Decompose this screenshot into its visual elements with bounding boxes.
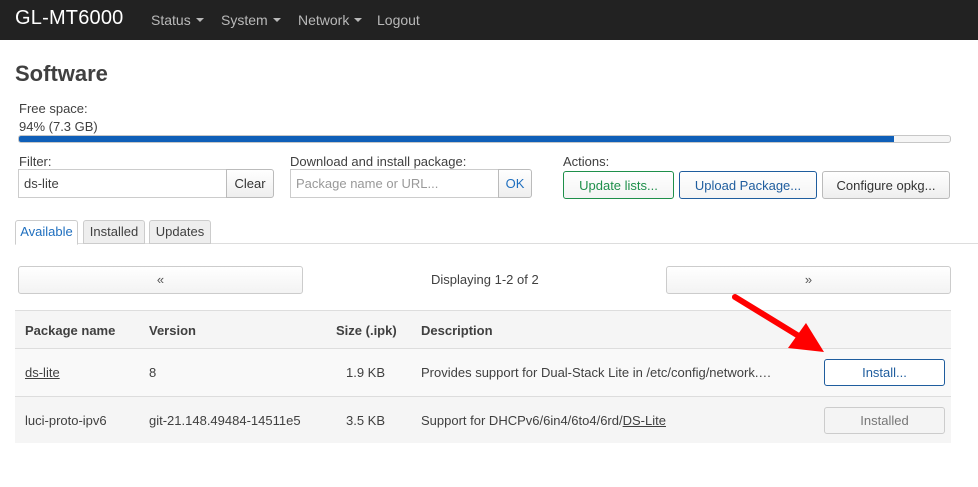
- menu-status[interactable]: Status: [151, 12, 204, 28]
- col-description: Description: [421, 323, 493, 338]
- menu-network-label: Network: [298, 12, 350, 28]
- tab-updates[interactable]: Updates: [149, 220, 211, 244]
- package-size: 1.9 KB: [346, 365, 386, 380]
- col-package-name: Package name: [25, 323, 116, 338]
- package-url-input[interactable]: [290, 169, 499, 198]
- menu-system[interactable]: System: [221, 12, 281, 28]
- package-name: luci-proto-ipv6: [25, 413, 107, 428]
- package-name-link[interactable]: ds-lite: [25, 365, 60, 380]
- free-space-label: Free space:: [19, 101, 88, 116]
- free-space-value: 94% (7.3 GB): [19, 119, 98, 134]
- annotation-arrow-icon: [732, 294, 824, 352]
- actions-label: Actions:: [563, 154, 610, 169]
- filter-clear-button[interactable]: Clear: [226, 169, 274, 198]
- package-description: Support for DHCPv6/6in4/6to4/6rd/DS-Lite: [421, 413, 666, 428]
- filter-label: Filter:: [19, 154, 52, 169]
- brand-title[interactable]: GL-MT6000: [15, 7, 124, 30]
- tab-available[interactable]: Available: [15, 220, 78, 245]
- free-space-progress-fill: [19, 136, 895, 142]
- menu-logout-label: Logout: [377, 12, 420, 28]
- table-row: luci-proto-ipv6 git-21.148.49484-14511e5…: [15, 396, 951, 443]
- package-description: Provides support for Dual-Stack Lite in …: [421, 365, 772, 380]
- installed-button: Installed: [824, 407, 945, 434]
- caret-down-icon: [195, 18, 204, 22]
- pager-next-button[interactable]: »: [666, 266, 951, 294]
- pager-prev-button[interactable]: «: [18, 266, 303, 294]
- description-text: Support for DHCPv6/6in4/6to4/6rd/: [421, 413, 623, 428]
- tab-installed[interactable]: Installed: [83, 220, 145, 244]
- pager-info: Displaying 1-2 of 2: [431, 272, 539, 287]
- col-size: Size (.ipk): [336, 323, 397, 338]
- package-size: 3.5 KB: [346, 413, 386, 428]
- update-lists-button[interactable]: Update lists...: [563, 171, 674, 199]
- configure-opkg-button[interactable]: Configure opkg...: [822, 171, 950, 199]
- download-label: Download and install package:: [290, 154, 467, 169]
- top-navbar: GL-MT6000 Status System Network Logout: [0, 0, 978, 40]
- download-ok-button[interactable]: OK: [498, 169, 532, 198]
- ds-lite-link[interactable]: DS-Lite: [623, 413, 666, 428]
- page-title: Software: [15, 61, 108, 86]
- col-version: Version: [149, 323, 196, 338]
- package-version: git-21.148.49484-14511e5: [149, 413, 301, 428]
- menu-logout[interactable]: Logout: [377, 12, 420, 28]
- menu-system-label: System: [221, 12, 268, 28]
- menu-network[interactable]: Network: [298, 12, 363, 28]
- caret-down-icon: [272, 18, 281, 22]
- filter-input[interactable]: [18, 169, 227, 198]
- upload-package-button[interactable]: Upload Package...: [679, 171, 817, 199]
- menu-status-label: Status: [151, 12, 191, 28]
- free-space-progress: [18, 135, 951, 143]
- caret-down-icon: [354, 18, 363, 22]
- install-button[interactable]: Install...: [824, 359, 945, 386]
- package-version: 8: [149, 365, 157, 380]
